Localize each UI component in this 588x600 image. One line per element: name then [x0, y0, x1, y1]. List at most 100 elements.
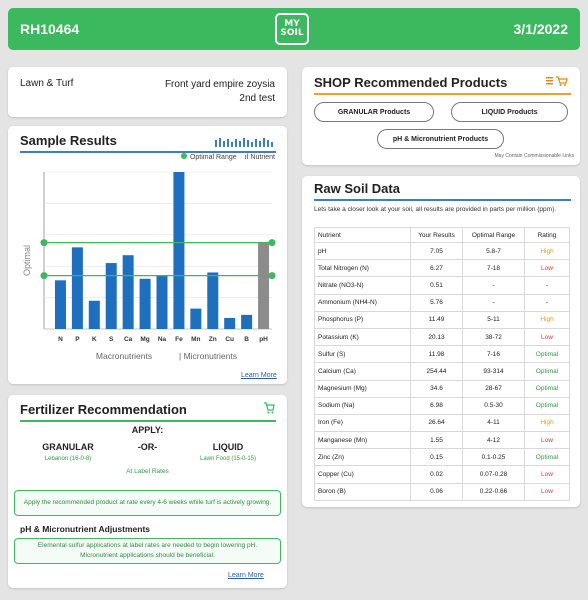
bar-k: [88, 300, 100, 329]
optimal-range-cell: 38-72: [462, 327, 525, 347]
nutrient-cell: Phosphorus (P): [314, 310, 411, 329]
table-row: Ammonium (NH4-N) 5.76- -: [314, 293, 570, 312]
tick-label-b: B: [244, 336, 249, 343]
y-axis-label: Optimal: [22, 245, 32, 276]
optimal-marker: [268, 239, 276, 247]
fertilizer-learn-more-link[interactable]: Learn More: [228, 572, 264, 579]
shop-cart-icon: [546, 76, 568, 89]
rating-cell: Optimal: [524, 345, 570, 364]
raw-soil-table: Nutrient Your Results Optimal Range Rati…: [314, 227, 570, 501]
granular-product[interactable]: Lebanon (16-0-8): [28, 456, 108, 462]
optimal-range-cell: 4-11: [462, 413, 525, 433]
rating-cell: Low: [524, 259, 570, 278]
tick-label-k: K: [92, 336, 97, 343]
optimal-range-cell: 0.5-30: [462, 396, 525, 415]
sample-name-block: Front yard empire zoysia 2nd test: [165, 78, 275, 106]
x-axis-label-macronutrients: Macronutrients: [96, 351, 152, 361]
bar-zn: [207, 272, 219, 329]
column-header: Your Results: [410, 227, 463, 243]
granular-products-button[interactable]: GRANULAR Products: [314, 102, 434, 122]
bar-ca: [122, 255, 134, 329]
liquid-label: LIQUID: [212, 442, 244, 452]
header-bar: RH10464 MY SOIL 3/1/2022: [8, 8, 580, 50]
ph-adjustments-title: pH & Micronutrient Adjustments: [20, 524, 151, 534]
commission-disclaimer: May Contain Commissionable Links: [494, 153, 574, 159]
raw-soil-data-description: Lets take a closer look at your soil, al…: [314, 206, 557, 213]
application-rate: At Label Rates: [126, 468, 169, 475]
nutrient-cell: Magnesium (Mg): [314, 379, 411, 398]
granular-label: GRANULAR: [42, 442, 94, 452]
optimal-marker: [40, 239, 48, 247]
ph-micronutrient-products-button[interactable]: pH & Micronutrient Products: [377, 129, 504, 149]
table-row: Potassium (K) 20.13 38-72 Low: [314, 327, 570, 347]
tick-label-mn: Mn: [191, 336, 200, 343]
table-row: pH 7.05 5.8-7 High: [314, 241, 570, 261]
report-date: 3/1/2022: [513, 21, 569, 37]
nutrient-cell: Ammonium (NH4-N): [314, 293, 411, 312]
result-cell: 0.15: [410, 448, 463, 467]
bar-p: [71, 247, 83, 329]
rating-cell: High: [524, 241, 570, 261]
rating-cell: High: [524, 413, 570, 433]
rating-cell: Low: [524, 482, 570, 501]
rating-cell: Low: [524, 465, 570, 484]
cart-icon[interactable]: [263, 402, 275, 417]
or-label: -OR-: [137, 442, 158, 452]
nutrient-cell: Nitrate (NO3-N): [314, 276, 411, 295]
table-row: Calcium (Ca) 254.44 93-314 Optimal: [314, 362, 570, 381]
table-row: Zinc (Zn) 0.15 0.1-0.25 Optimal: [314, 448, 570, 467]
report-id: RH10464: [20, 21, 80, 37]
tick-label-fe: Fe: [175, 336, 183, 343]
sample-name: Front yard empire zoysia: [164, 79, 275, 90]
table-row: Nitrate (NO3-N) 0.51- -: [314, 276, 570, 295]
legend-nutrient: ıl Nutrient: [244, 153, 275, 161]
sample-results-card: Sample Results Optimal Range ıl Nutrient…: [8, 126, 287, 384]
apply-label: APPLY:: [131, 425, 164, 435]
result-cell: 1.55: [410, 431, 463, 450]
optimal-range-cell: -: [462, 293, 525, 312]
table-row: Magnesium (Mg) 34.6 28-67 Optimal: [314, 379, 570, 398]
tick-label-p: P: [75, 336, 80, 343]
bar-s: [105, 263, 117, 329]
shop-card: SHOP Recommended Products GRANULAR Produ…: [302, 67, 580, 165]
result-cell: 0.51: [410, 276, 463, 295]
mysoil-logo: MY SOIL: [275, 13, 309, 45]
legend-optimal: Optimal Range: [180, 153, 237, 161]
result-cell: 7.05: [410, 241, 463, 261]
table-row: Boron (B) 0.06 0.22-0.66 Low: [314, 482, 570, 501]
rating-cell: Optimal: [524, 379, 570, 398]
result-cell: 6.98: [410, 396, 463, 415]
tick-label-s: S: [109, 336, 114, 343]
optimal-marker: [40, 272, 48, 280]
liquid-products-button[interactable]: LIQUID Products: [451, 102, 568, 122]
liquid-product[interactable]: Lawn Food (15-0-15): [188, 456, 268, 462]
table-header-row: Nutrient Your Results Optimal Range Rati…: [314, 227, 570, 243]
optimal-range-cell: 0.1-0.25: [462, 448, 525, 467]
optimal-range-cell: 0.22-0.66: [462, 482, 525, 501]
nutrient-cell: Total Nitrogen (N): [314, 259, 411, 278]
optimal-range-cell: 93-314: [462, 362, 525, 381]
bar-cu: [224, 318, 236, 329]
nutrient-cell: pH: [314, 241, 411, 261]
bar-mg: [139, 278, 151, 329]
nutrient-cell: Potassium (K): [314, 327, 411, 347]
ph-adjustments-note: Elemental sulfur applications at label r…: [14, 538, 281, 564]
sample-learn-more-link[interactable]: Learn More: [241, 372, 277, 379]
result-cell: 6.27: [410, 259, 463, 278]
table-row: Sodium (Na) 6.98 0.5-30 Optimal: [314, 396, 570, 415]
raw-soil-data-card: Raw Soil Data Lets take a closer look at…: [302, 176, 580, 507]
nutrient-cell: Manganese (Mn): [314, 431, 411, 450]
nutrient-cell: Sulfur (S): [314, 345, 411, 364]
table-row: Total Nitrogen (N) 6.27 7-18 Low: [314, 259, 570, 278]
raw-soil-data-title: Raw Soil Data: [314, 181, 571, 201]
tick-label-na: Na: [158, 336, 167, 343]
optimal-range-cell: 0.07-0.28: [462, 465, 525, 484]
fertilizer-card: Fertilizer Recommendation APPLY: GRANULA…: [8, 395, 287, 588]
result-cell: 5.76: [410, 293, 463, 312]
application-note: Apply the recommended product at rate ev…: [14, 490, 281, 516]
bar-ph: [258, 242, 270, 329]
bar-chart-icon: [215, 134, 275, 152]
rating-cell: Low: [524, 327, 570, 347]
table-row: Phosphorus (P) 11.49 5-11 High: [314, 310, 570, 329]
tick-label-n: N: [58, 336, 63, 343]
